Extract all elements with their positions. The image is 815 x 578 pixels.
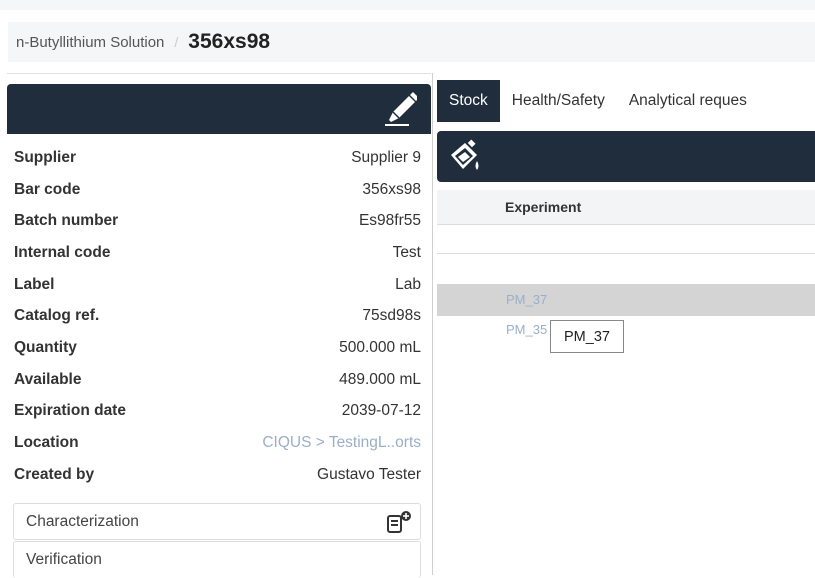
details-panel: Supplier Supplier 9 Bar code 356xs98 Bat… xyxy=(7,73,431,578)
characterization-label: Characterization xyxy=(26,512,139,530)
property-value: 500.000 mL xyxy=(339,338,421,356)
page-title: 356xs98 xyxy=(188,30,271,53)
breadcrumb-parent[interactable]: n-Butyllithium Solution xyxy=(16,34,164,51)
property-value: Es98fr55 xyxy=(358,212,421,230)
tab-stock[interactable]: Stock xyxy=(437,80,500,122)
verification-label: Verification xyxy=(26,551,102,568)
property-value: Test xyxy=(392,243,421,261)
property-row-location: Location CIQUS > TestingL..orts xyxy=(7,427,431,459)
stock-header xyxy=(437,131,815,182)
property-value: 75sd98s xyxy=(362,307,421,325)
property-row-supplier: Supplier Supplier 9 xyxy=(7,142,431,174)
property-row-internal-code: Internal code Test xyxy=(7,237,431,269)
location-link[interactable]: CIQUS > TestingL..orts xyxy=(262,434,421,452)
property-row-catalog-ref: Catalog ref. 75sd98s xyxy=(7,300,431,332)
property-label: Bar code xyxy=(14,180,81,198)
tab-bar: Stock Health/Safety Analytical reques xyxy=(437,80,815,122)
table-row-empty xyxy=(437,226,815,254)
property-label: Available xyxy=(14,370,82,388)
property-value: Gustavo Tester xyxy=(317,465,421,483)
property-row-created-by: Created by Gustavo Tester xyxy=(7,459,431,491)
property-label: Location xyxy=(14,434,79,452)
top-strip xyxy=(0,0,815,10)
tooltip: PM_37 xyxy=(550,320,624,353)
property-value: 489.000 mL xyxy=(339,370,421,388)
document-add-icon[interactable] xyxy=(386,510,412,534)
property-label: Quantity xyxy=(14,338,77,356)
property-row-available: Available 489.000 mL xyxy=(7,364,431,396)
flask-pour-icon xyxy=(451,139,479,170)
property-label: Label xyxy=(14,275,55,293)
verification-card[interactable]: Verification xyxy=(13,541,421,578)
table-header: Experiment xyxy=(437,190,815,225)
property-value: 356xs98 xyxy=(362,180,421,198)
property-row-bar-code: Bar code 356xs98 xyxy=(7,174,431,206)
property-label: Supplier xyxy=(14,148,77,166)
property-label: Catalog ref. xyxy=(14,307,100,325)
property-value: Supplier 9 xyxy=(351,148,421,166)
panel-divider xyxy=(432,73,433,575)
table-row-highlighted[interactable] xyxy=(437,284,815,316)
property-row-quantity: Quantity 500.000 mL xyxy=(7,332,431,364)
tab-health-safety[interactable]: Health/Safety xyxy=(500,80,617,122)
property-value: Lab xyxy=(395,275,421,293)
property-row-label: Label Lab xyxy=(7,269,431,301)
property-label: Expiration date xyxy=(14,402,126,420)
experiment-link[interactable]: PM_35 xyxy=(506,322,547,337)
breadcrumb-separator: / xyxy=(174,34,179,50)
properties-list: Supplier Supplier 9 Bar code 356xs98 Bat… xyxy=(7,142,431,491)
property-value: 2039-07-12 xyxy=(341,402,421,420)
characterization-card[interactable]: Characterization xyxy=(13,503,421,540)
column-header-experiment[interactable]: Experiment xyxy=(505,199,581,215)
property-label: Internal code xyxy=(14,243,111,261)
property-row-batch-number: Batch number Es98fr55 xyxy=(7,205,431,237)
experiment-link[interactable]: PM_37 xyxy=(506,292,547,307)
property-row-expiration-date: Expiration date 2039-07-12 xyxy=(7,396,431,428)
property-label: Created by xyxy=(14,465,95,483)
tab-analytical-requests[interactable]: Analytical reques xyxy=(617,80,759,122)
pencil-icon[interactable] xyxy=(381,90,417,128)
breadcrumb: n-Butyllithium Solution / 356xs98 xyxy=(8,22,815,62)
property-label: Batch number xyxy=(14,212,119,230)
details-header xyxy=(7,84,431,134)
stock-panel: Stock Health/Safety Analytical reques Ex… xyxy=(437,80,815,575)
